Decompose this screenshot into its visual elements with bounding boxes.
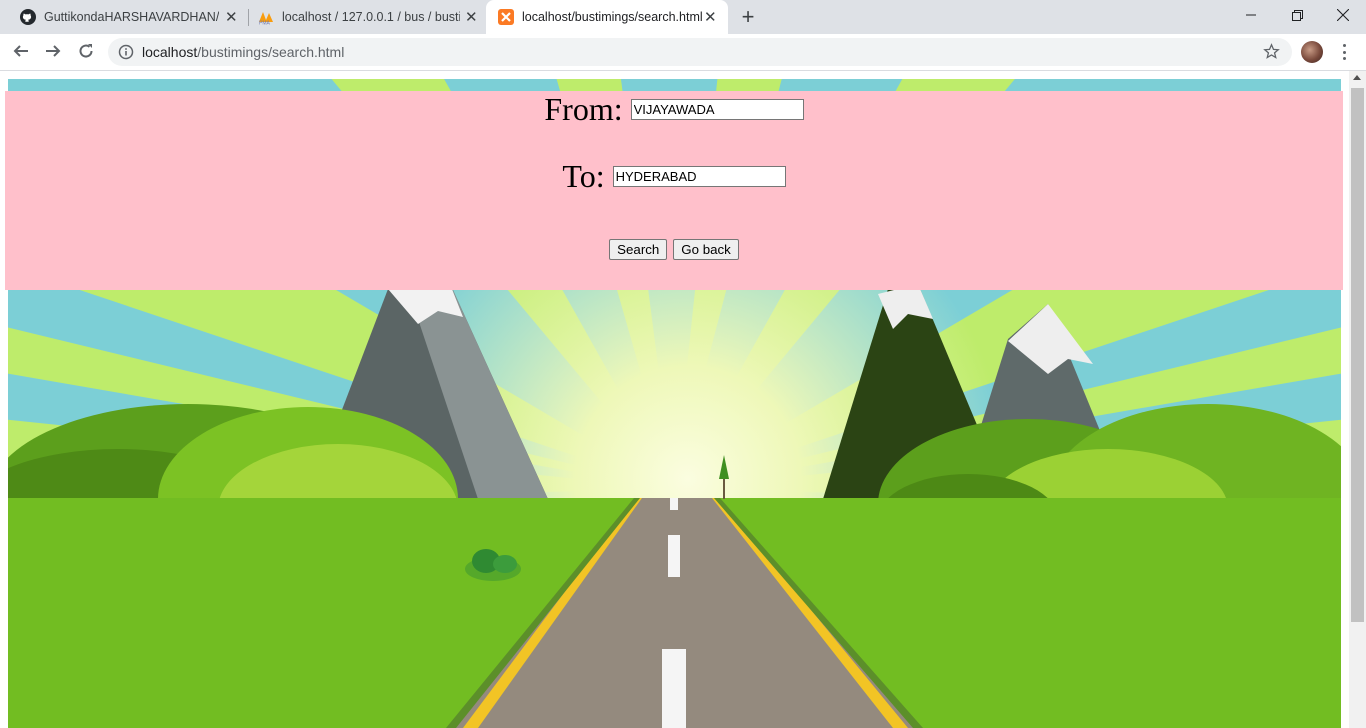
- profile-avatar[interactable]: [1301, 41, 1323, 63]
- close-icon[interactable]: ✕: [465, 8, 478, 26]
- scrollbar-thumb[interactable]: [1351, 88, 1364, 622]
- github-icon: [20, 9, 36, 25]
- menu-kebab-icon[interactable]: [1338, 42, 1350, 62]
- tab-title: localhost/bustimings/search.html: [522, 10, 703, 24]
- url-host: localhost: [142, 44, 198, 60]
- bookmark-star-icon[interactable]: [1263, 43, 1280, 65]
- url-text: localhost/bustimings/search.html: [142, 44, 344, 60]
- window-close-icon[interactable]: [1320, 0, 1366, 30]
- phpmyadmin-icon: PMA: [258, 9, 274, 25]
- info-icon[interactable]: [118, 44, 134, 65]
- to-input[interactable]: [612, 166, 786, 187]
- tab-search-page[interactable]: localhost/bustimings/search.html ✕: [486, 0, 728, 34]
- url-path: /bustimings/search.html: [197, 44, 345, 60]
- back-arrow-icon[interactable]: [7, 37, 35, 65]
- forward-arrow-icon[interactable]: [39, 37, 67, 65]
- search-form-panel: From: To: SearchGo back: [5, 91, 1343, 290]
- from-input[interactable]: [630, 99, 804, 120]
- to-label: To:: [562, 158, 605, 194]
- svg-text:PMA: PMA: [259, 21, 271, 26]
- go-back-button[interactable]: Go back: [673, 239, 739, 260]
- reload-icon[interactable]: [72, 37, 100, 65]
- to-row: To:: [5, 158, 1343, 195]
- minimize-icon[interactable]: [1228, 0, 1274, 30]
- tab-github[interactable]: GuttikondaHARSHAVARDHAN/gu ✕: [0, 0, 248, 34]
- search-button[interactable]: Search: [609, 239, 668, 260]
- tab-title: GuttikondaHARSHAVARDHAN/gu: [44, 10, 219, 24]
- tab-phpmyadmin[interactable]: PMA localhost / 127.0.0.1 / bus / busti …: [238, 0, 486, 34]
- close-icon[interactable]: ✕: [225, 8, 238, 26]
- from-row: From:: [5, 91, 1343, 128]
- tab-strip: GuttikondaHARSHAVARDHAN/gu ✕ PMA localho…: [0, 0, 1366, 34]
- scroll-up-arrow-icon[interactable]: [1353, 75, 1361, 80]
- close-icon[interactable]: ✕: [704, 8, 717, 26]
- new-tab-plus-icon[interactable]: +: [738, 5, 758, 29]
- browser-toolbar: localhost/bustimings/search.html: [0, 34, 1366, 71]
- page-scrollbar[interactable]: [1349, 71, 1366, 728]
- address-bar[interactable]: localhost/bustimings/search.html: [108, 38, 1292, 66]
- xampp-icon: [498, 9, 514, 25]
- tab-title: localhost / 127.0.0.1 / bus / busti: [282, 10, 460, 24]
- button-row: Search Go back: [5, 239, 1343, 260]
- restore-icon[interactable]: [1274, 0, 1320, 30]
- from-label: From:: [544, 91, 623, 127]
